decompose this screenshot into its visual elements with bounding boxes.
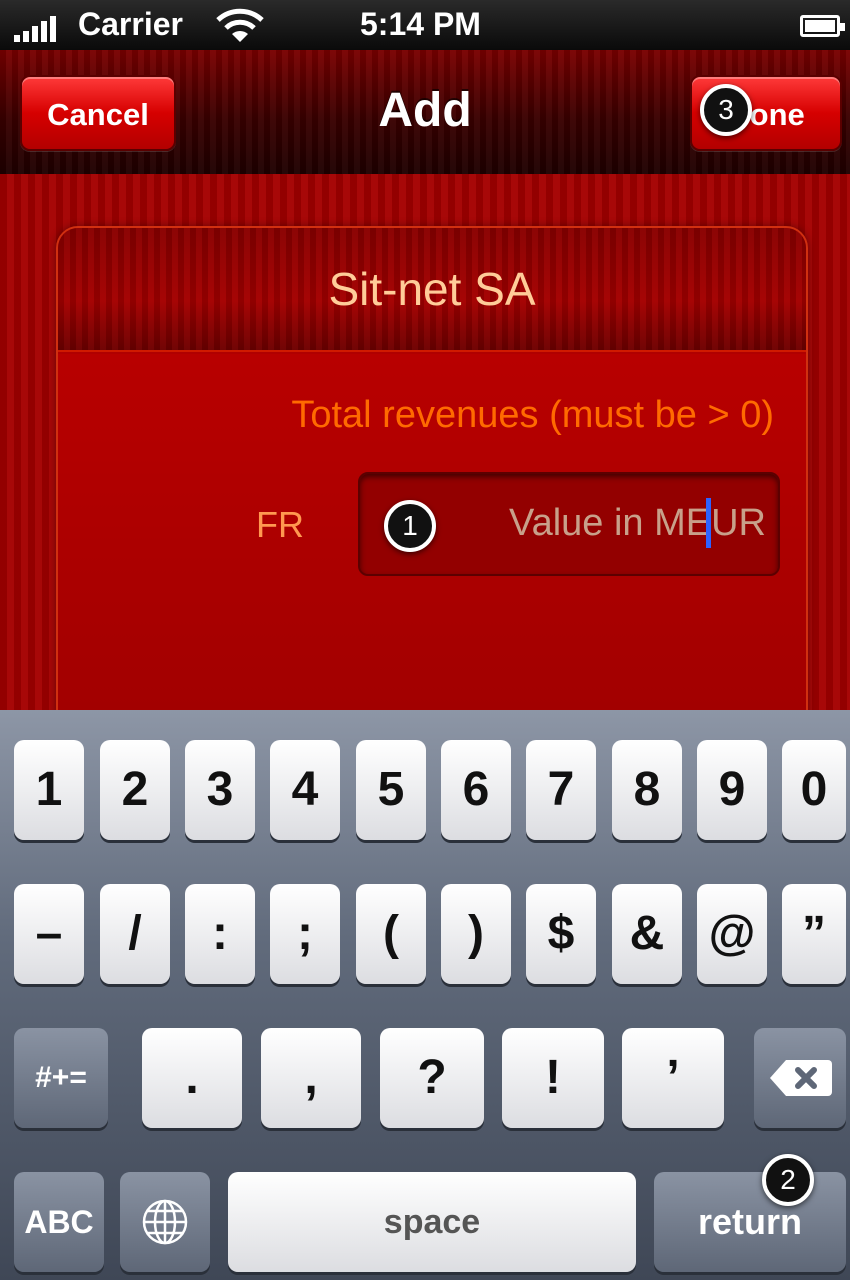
status-time: 5:14 PM [360,6,481,42]
key-9[interactable]: 9 [697,740,767,840]
key-question[interactable]: ? [380,1028,484,1128]
key-dollar[interactable]: $ [526,884,596,984]
currency-label: FR [256,504,304,545]
key-colon[interactable]: : [185,884,255,984]
form-area: Sit-net SA Total revenues (must be > 0) … [0,174,850,746]
key-exclamation[interactable]: ! [502,1028,604,1128]
key-semicolon[interactable]: ; [270,884,340,984]
key-dash[interactable]: – [14,884,84,984]
key-8[interactable]: 8 [612,740,682,840]
company-name: Sit-net SA [328,263,536,315]
key-ampersand[interactable]: & [612,884,682,984]
carrier-name: Carrier [78,6,183,42]
text-caret [706,498,711,548]
card-body: Total revenues (must be > 0) FR Value in… [58,354,806,744]
symbols-toggle-key[interactable]: #+= [14,1028,108,1128]
key-1[interactable]: 1 [14,740,84,840]
battery-icon [800,15,845,37]
field-caption: Total revenues (must be > 0) [291,394,774,436]
key-5[interactable]: 5 [356,740,426,840]
globe-icon [142,1199,188,1245]
key-at[interactable]: @ [697,884,767,984]
revenue-input-placeholder: Value in MEUR [509,502,766,544]
backspace-icon [770,1060,832,1096]
key-close-paren[interactable]: ) [441,884,511,984]
abc-key[interactable]: ABC [14,1172,104,1272]
return-key[interactable]: return [654,1172,846,1272]
key-quote[interactable]: ” [782,884,846,984]
numeric-keyboard: 1 2 3 4 5 6 7 8 9 0 – / : ; ( ) $ & @ ” … [0,710,850,1280]
key-open-paren[interactable]: ( [356,884,426,984]
key-3[interactable]: 3 [185,740,255,840]
wifi-icon [216,8,264,42]
card-header: Sit-net SA [58,228,806,352]
delete-key[interactable] [754,1028,846,1128]
key-4[interactable]: 4 [270,740,340,840]
space-key[interactable]: space [228,1172,636,1272]
key-period[interactable]: . [142,1028,242,1128]
key-slash[interactable]: / [100,884,170,984]
globe-key[interactable] [120,1172,210,1272]
key-0[interactable]: 0 [782,740,846,840]
key-2[interactable]: 2 [100,740,170,840]
signal-strength-icon [14,16,64,42]
annotation-badge-1: 1 [384,500,436,552]
key-apostrophe[interactable]: ’ [622,1028,724,1128]
status-bar: Carrier 5:14 PM [0,0,850,50]
annotation-badge-2: 2 [762,1154,814,1206]
key-6[interactable]: 6 [441,740,511,840]
annotation-badge-3: 3 [700,84,752,136]
key-comma[interactable]: , [261,1028,361,1128]
key-7[interactable]: 7 [526,740,596,840]
company-card: Sit-net SA Total revenues (must be > 0) … [56,226,808,746]
